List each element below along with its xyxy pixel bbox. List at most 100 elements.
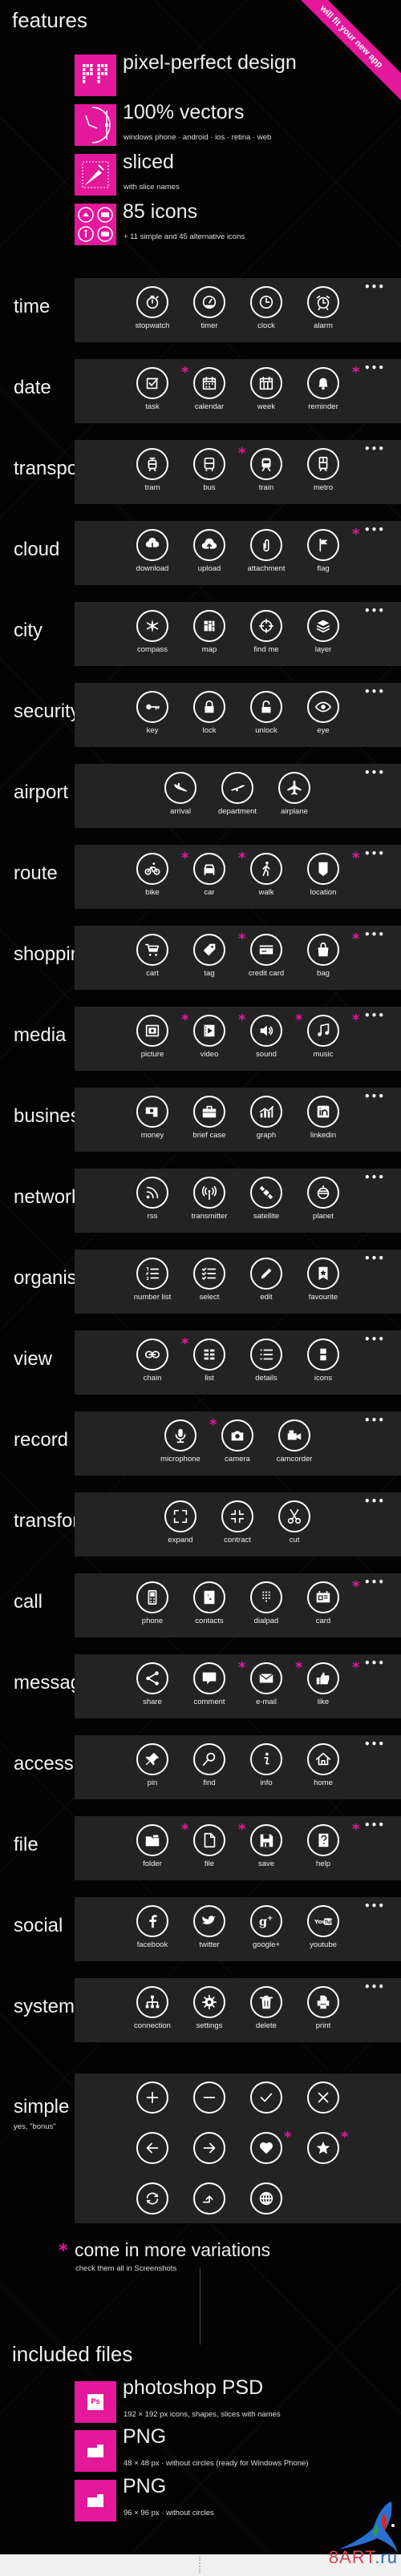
icon-item-task[interactable]: * task [120, 365, 188, 411]
icon-item-favourite[interactable]: favourite [291, 1258, 355, 1302]
icon-item-expand[interactable]: expand [148, 1500, 213, 1544]
more-options-icon[interactable]: ••• [364, 930, 385, 939]
icon-item-dialpad[interactable]: dialpad [234, 1581, 298, 1625]
icon-item-info[interactable]: info [234, 1743, 298, 1787]
icon-item-map[interactable]: map [177, 610, 241, 654]
icon-item-airplane[interactable]: airplane [262, 772, 326, 816]
icon-item-camera[interactable]: camera [205, 1419, 269, 1464]
more-options-icon[interactable]: ••• [364, 282, 385, 292]
icon-item-flag[interactable]: * flag [291, 527, 359, 573]
icon-item-email[interactable]: * e-mail [234, 1661, 302, 1706]
icon-item-download[interactable]: download [120, 529, 184, 573]
icon-item-upload[interactable]: upload [177, 529, 241, 573]
icon-item-connection[interactable]: connection [120, 1986, 184, 2030]
icon-item-pin[interactable]: pin [120, 1743, 184, 1787]
icon-item-metro[interactable]: metro [291, 448, 355, 492]
icon-item-eye[interactable]: eye [291, 691, 355, 735]
icon-item-sound[interactable]: * sound [234, 1013, 302, 1059]
icon-item-lock[interactable]: lock [177, 691, 241, 735]
simple-icon-turn-up[interactable] [193, 2182, 225, 2215]
icon-item-contacts[interactable]: contacts [177, 1581, 241, 1625]
icon-item-credit-card[interactable]: credit card [234, 934, 298, 978]
icon-item-folder[interactable]: * folder [120, 1823, 188, 1868]
icon-item-bus[interactable]: * bus [177, 446, 245, 492]
icon-item-cart[interactable]: cart [120, 934, 184, 978]
icon-item-camcorder[interactable]: camcorder [262, 1419, 326, 1464]
simple-icon-check[interactable] [250, 2081, 282, 2114]
icon-item-location[interactable]: * location [291, 851, 359, 897]
more-options-icon[interactable]: ••• [364, 1820, 385, 1830]
more-options-icon[interactable]: ••• [364, 1496, 385, 1506]
icon-item-microphone[interactable]: * microphone [148, 1418, 217, 1464]
simple-icon-close[interactable] [307, 2081, 339, 2114]
icon-item-video[interactable]: * video [177, 1013, 245, 1059]
icon-item-money[interactable]: money [120, 1096, 184, 1140]
more-options-icon[interactable]: ••• [364, 1092, 385, 1101]
icon-item-reminder[interactable]: * reminder [291, 365, 359, 411]
icon-item-planet[interactable]: planet [291, 1177, 355, 1221]
icon-item-picture[interactable]: * picture [120, 1013, 188, 1059]
icon-item-select[interactable]: select [177, 1258, 241, 1302]
icon-item-layer[interactable]: layer [291, 610, 355, 654]
icon-item-file[interactable]: * file [177, 1823, 245, 1868]
simple-icon-star[interactable]: * [307, 2130, 348, 2164]
icon-item-comment[interactable]: * comment [177, 1661, 245, 1706]
icon-item-bike[interactable]: * bike [120, 851, 188, 897]
icon-item-alarm[interactable]: alarm [291, 286, 355, 330]
icon-item-stopwatch[interactable]: stopwatch [120, 286, 184, 330]
more-options-icon[interactable]: ••• [364, 363, 385, 373]
icon-item-calendar[interactable]: calendar [177, 367, 241, 411]
icon-item-chain[interactable]: * chain [120, 1337, 188, 1383]
icon-item-number-list[interactable]: number list [120, 1258, 184, 1302]
icon-item-arrival[interactable]: arrival [148, 772, 213, 816]
simple-icon-minus[interactable] [193, 2081, 225, 2114]
more-options-icon[interactable]: ••• [364, 687, 385, 696]
icon-item-find[interactable]: find [177, 1743, 241, 1787]
icon-item-train[interactable]: train [234, 448, 298, 492]
more-options-icon[interactable]: ••• [364, 1739, 385, 1749]
icon-item-settings[interactable]: settings [177, 1986, 241, 2030]
icon-item-save[interactable]: save [234, 1824, 298, 1868]
more-options-icon[interactable]: ••• [364, 1173, 385, 1182]
more-options-icon[interactable]: ••• [364, 1254, 385, 1263]
more-options-icon[interactable]: ••• [364, 444, 385, 454]
icon-item-icons[interactable]: icons [291, 1338, 355, 1383]
icon-item-details[interactable]: details [234, 1338, 298, 1383]
icon-item-rss[interactable]: rss [120, 1177, 184, 1221]
simple-icon-arrow-left[interactable] [136, 2132, 168, 2164]
more-options-icon[interactable]: ••• [364, 768, 385, 777]
icon-item-like[interactable]: * like [291, 1661, 359, 1706]
icon-item-twitter[interactable]: twitter [177, 1905, 241, 1949]
more-options-icon[interactable]: ••• [364, 1901, 385, 1911]
icon-item-week[interactable]: week [234, 367, 298, 411]
icon-item-linkedin[interactable]: linkedin [291, 1096, 355, 1140]
icon-item-edit[interactable]: edit [234, 1258, 298, 1302]
icon-item-phone[interactable]: phone [120, 1581, 184, 1625]
icon-item-key[interactable]: key [120, 691, 184, 735]
more-options-icon[interactable]: ••• [364, 1658, 385, 1668]
more-options-icon[interactable]: ••• [364, 1334, 385, 1344]
icon-item-departure[interactable]: department [205, 772, 269, 816]
more-options-icon[interactable]: ••• [364, 1415, 385, 1425]
icon-item-timer[interactable]: timer [177, 286, 241, 330]
icon-item-car[interactable]: * car [177, 851, 245, 897]
icon-item-cut[interactable]: cut [262, 1500, 326, 1544]
simple-icon-arrow-right[interactable] [193, 2132, 225, 2164]
icon-item-contract[interactable]: contract [205, 1500, 269, 1544]
icon-item-find-me[interactable]: find me [234, 610, 298, 654]
icon-item-home[interactable]: home [291, 1743, 355, 1787]
icon-item-youtube[interactable]: YouTube youtube [291, 1905, 355, 1949]
more-options-icon[interactable]: ••• [364, 525, 385, 535]
icon-item-music[interactable]: * music [291, 1013, 359, 1059]
icon-item-clock[interactable]: clock [234, 286, 298, 330]
more-options-icon[interactable]: ••• [364, 849, 385, 858]
icon-item-print[interactable]: print [291, 1986, 355, 2030]
icon-item-tram[interactable]: tram [120, 448, 184, 492]
icon-item-facebook[interactable]: facebook [120, 1905, 184, 1949]
icon-item-transmitter[interactable]: transmitter [177, 1177, 241, 1221]
icon-item-help[interactable]: * help [291, 1823, 359, 1868]
icon-item-tag[interactable]: * tag [177, 932, 245, 978]
icon-item-satellite[interactable]: satellite [234, 1177, 298, 1221]
icon-item-list[interactable]: list [177, 1338, 241, 1383]
icon-item-card[interactable]: * card [291, 1580, 359, 1625]
